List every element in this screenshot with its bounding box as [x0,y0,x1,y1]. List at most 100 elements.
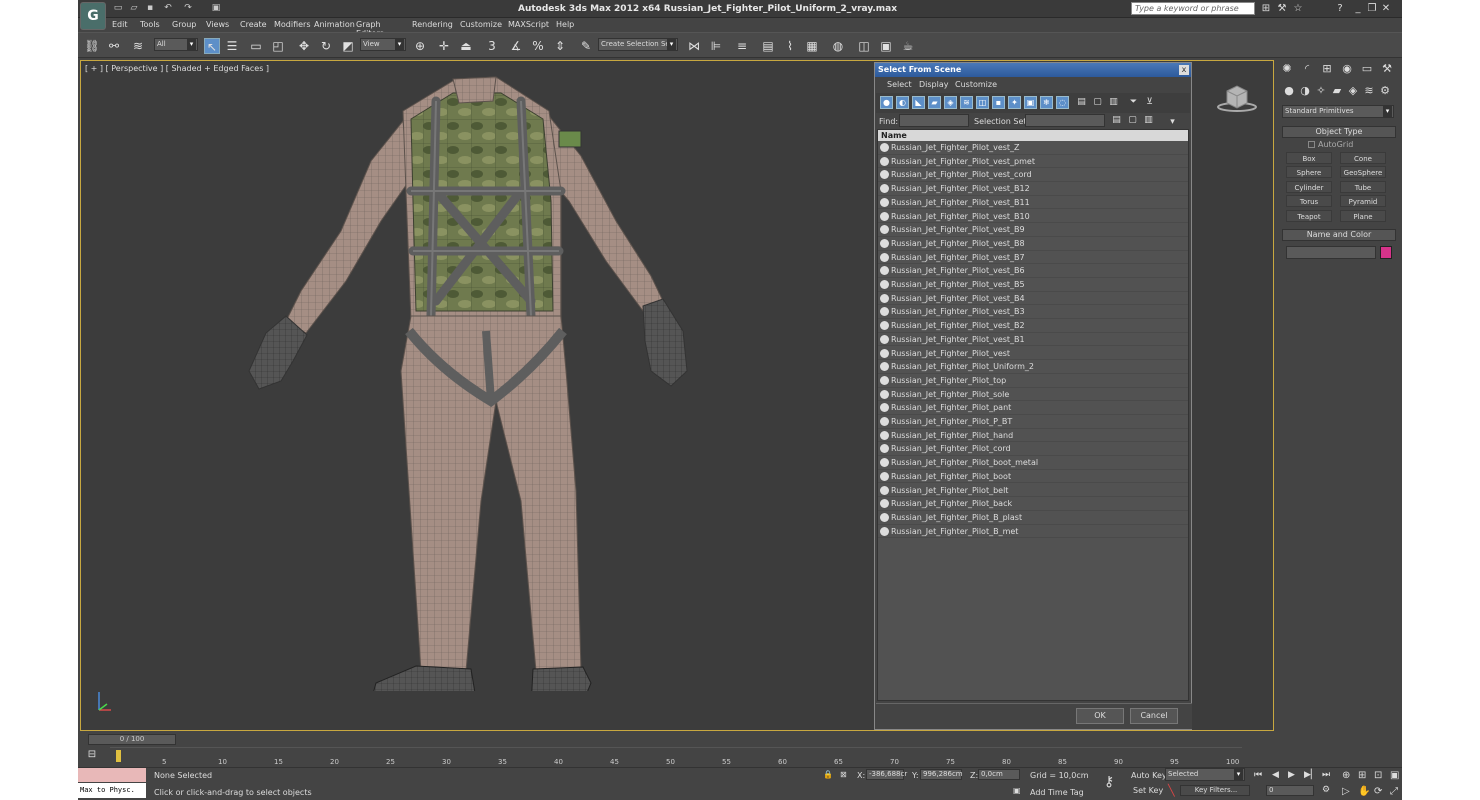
snaps-toggle-icon[interactable]: 3 [484,38,500,54]
rendered-frame-icon[interactable]: ▣ [878,38,894,54]
reference-coordinate-dropdown[interactable]: View [360,38,406,51]
lock-icon[interactable]: 🔒 [823,770,833,779]
track-bar[interactable]: 5 10 15 20 25 30 35 40 45 50 55 60 65 70 75 80 85 90 95 100 [110,747,1242,766]
scene-list-item[interactable]: Russian_Jet_Fighter_Pilot_vest_B11 [878,196,1188,210]
display-helpers-icon[interactable]: ◈ [944,96,957,109]
schematic-view-icon[interactable]: ▦ [804,38,820,54]
geosphere-button[interactable]: GeoSphere [1340,166,1386,178]
pan-icon[interactable]: ✋ [1358,786,1370,797]
display-geometry-icon[interactable]: ● [880,96,893,109]
geometry-icon[interactable]: ● [1282,84,1296,98]
scene-list-item[interactable]: Russian_Jet_Fighter_Pilot_vest_B3 [878,305,1188,320]
menu-customize[interactable]: Customize [460,20,502,29]
scene-list-item[interactable]: Russian_Jet_Fighter_Pilot_P_BT [878,415,1188,429]
save-icon[interactable]: ▪ [144,3,156,14]
select-by-name-icon[interactable]: ☰ [224,38,240,54]
menu-maxscript[interactable]: MAXScript [508,20,549,29]
keyboard-shortcut-icon[interactable]: ⏏ [458,38,474,54]
scene-list-item[interactable]: Russian_Jet_Fighter_Pilot_vest_pmet [878,155,1188,169]
redo-icon[interactable]: ↷ [182,3,194,14]
scene-list-item[interactable]: Russian_Jet_Fighter_Pilot_sole [878,388,1188,402]
scene-list-item[interactable]: Russian_Jet_Fighter_Pilot_belt [878,484,1188,498]
scene-list-item[interactable]: Russian_Jet_Fighter_Pilot_pant [878,401,1188,415]
zoom-extents-all-icon[interactable]: ▣ [1390,770,1399,781]
render-production-icon[interactable]: ☕ [900,38,916,54]
display-xrefs-icon[interactable]: ▪ [992,96,1005,109]
object-name-input[interactable] [1286,246,1376,259]
display-groups-icon[interactable]: ◫ [976,96,989,109]
filter-icon[interactable]: ⏷ [1128,96,1139,109]
go-to-start-icon[interactable]: ⏮ [1254,770,1262,780]
utilities-tab-icon[interactable]: ⚒ [1380,62,1394,76]
select-object-icon[interactable]: ↖ [204,38,220,54]
cone-button[interactable]: Cone [1340,152,1386,164]
autogrid-checkbox[interactable] [1308,141,1315,148]
named-selection-dropdown[interactable]: Create Selection Se [598,38,678,51]
pivot-center-icon[interactable]: ⊕ [412,38,428,54]
display-lights-icon[interactable]: ◣ [912,96,925,109]
scene-list-item[interactable]: Russian_Jet_Fighter_Pilot_vest_B6 [878,264,1188,278]
systems-icon[interactable]: ⚙ [1378,84,1392,98]
scene-list-item[interactable]: Russian_Jet_Fighter_Pilot_boot [878,470,1188,484]
previous-frame-icon[interactable]: ◀ [1272,770,1279,780]
modify-tab-icon[interactable]: ◜ [1300,62,1314,76]
undo-icon[interactable]: ↶ [162,3,174,14]
scene-list-item[interactable]: Russian_Jet_Fighter_Pilot_vest_Z [878,141,1188,155]
menu-views[interactable]: Views [206,20,229,29]
select-all-icon[interactable]: ▤ [1111,114,1122,127]
next-frame-icon[interactable]: ▶▏ [1304,770,1318,780]
menu-group[interactable]: Group [172,20,196,29]
teapot-button[interactable]: Teapot [1286,210,1332,222]
viewcube-icon[interactable] [1217,83,1257,113]
dialog-menu-select[interactable]: Select [887,80,912,89]
display-none-icon[interactable]: ▢ [1092,96,1103,109]
select-invert-icon[interactable]: ▥ [1143,114,1154,127]
orbit-icon[interactable]: ⟳ [1374,786,1382,797]
dialog-close-icon[interactable]: x [1179,65,1189,75]
dialog-menu-customize[interactable]: Customize [955,80,997,89]
current-frame-field[interactable]: 0 [1266,785,1314,796]
set-key-button[interactable]: Set Key [1133,786,1163,795]
maximize-viewport-icon[interactable]: ⤢ [1390,786,1398,797]
scene-list-item[interactable]: Russian_Jet_Fighter_Pilot_cord [878,442,1188,457]
scene-list-item[interactable]: Russian_Jet_Fighter_Pilot_back [878,497,1188,511]
select-manipulate-icon[interactable]: ✛ [436,38,452,54]
scene-list-item[interactable]: Russian_Jet_Fighter_Pilot_top [878,374,1188,388]
scene-list-item[interactable]: Russian_Jet_Fighter_Pilot_boot_metal [878,456,1188,470]
search-input[interactable]: Type a keyword or phrase [1131,2,1255,15]
scene-list-item[interactable]: Russian_Jet_Fighter_Pilot_hand [878,429,1188,443]
select-none-icon[interactable]: ▢ [1127,114,1138,127]
box-button[interactable]: Box [1286,152,1332,164]
name-column-header[interactable]: Name [878,130,1188,141]
rect-selection-icon[interactable]: ▭ [248,38,264,54]
selection-set-dropdown[interactable] [1025,114,1105,127]
percent-snap-icon[interactable]: % [530,38,546,54]
display-bones-icon[interactable]: ✦ [1008,96,1021,109]
selection-filter-dropdown[interactable]: All [154,38,198,51]
display-invert-icon[interactable]: ▥ [1108,96,1119,109]
unlink-icon[interactable]: ⚯ [106,38,122,54]
display-cameras-icon[interactable]: ▰ [928,96,941,109]
display-containers-icon[interactable]: ▣ [1024,96,1037,109]
move-icon[interactable]: ✥ [296,38,312,54]
absolute-mode-icon[interactable]: ⊠ [840,770,847,779]
link-icon[interactable]: ⛓ [84,38,100,54]
menu-help[interactable]: Help [556,20,574,29]
torus-button[interactable]: Torus [1286,195,1332,207]
filter-options-icon[interactable]: ⊻ [1144,96,1155,109]
scale-icon[interactable]: ◩ [340,38,356,54]
cameras-icon[interactable]: ▰ [1330,84,1344,98]
key-mode-icon[interactable]: ⚷ [1104,774,1114,790]
menu-create[interactable]: Create [240,20,267,29]
object-color-swatch[interactable] [1380,246,1392,259]
align-icon[interactable]: ⊫ [708,38,724,54]
scene-list-item[interactable]: Russian_Jet_Fighter_Pilot_vest_cord [878,168,1188,183]
x-coordinate-field[interactable]: -386,688cr [866,769,907,780]
scene-list-item[interactable]: Russian_Jet_Fighter_Pilot_vest_B9 [878,223,1188,237]
sphere-button[interactable]: Sphere [1286,166,1332,178]
menu-tools[interactable]: Tools [140,20,160,29]
add-time-tag-button[interactable]: Add Time Tag [1030,788,1084,797]
display-hidden-icon[interactable]: ◌ [1056,96,1069,109]
mirror-icon[interactable]: ⋈ [686,38,702,54]
scene-list-item[interactable]: Russian_Jet_Fighter_Pilot_vest_B10 [878,210,1188,224]
